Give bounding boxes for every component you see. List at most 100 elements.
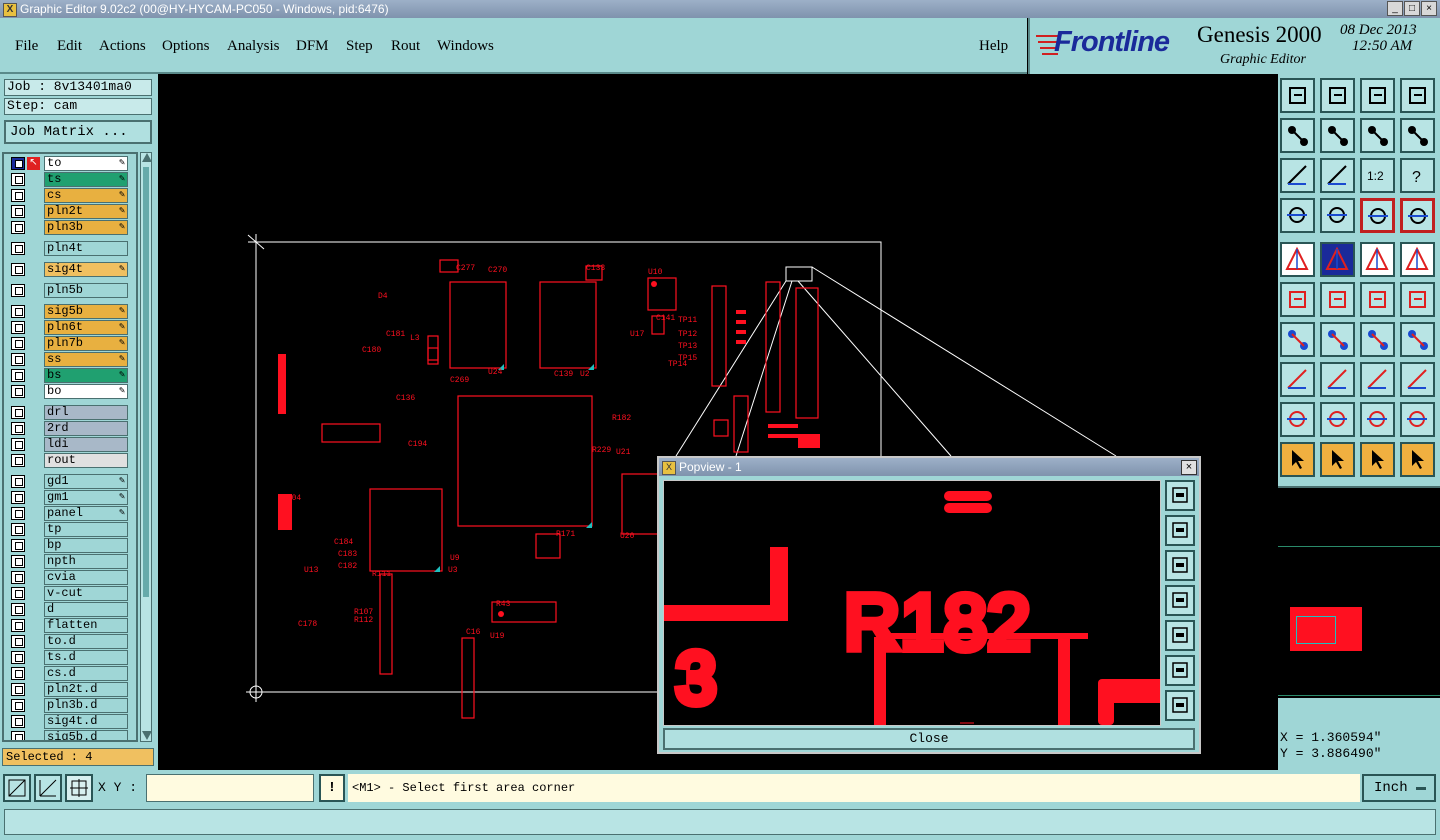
layer-checkbox[interactable] — [11, 603, 25, 616]
layer-name[interactable]: ts.d — [44, 650, 128, 665]
window-title-bar[interactable]: X Graphic Editor 9.02c2 (00@HY-HYCAM-PC0… — [0, 0, 1440, 18]
pad-add-icon[interactable] — [1280, 362, 1315, 397]
units-selector[interactable]: Inch — [1362, 774, 1436, 802]
open-job-icon[interactable] — [1280, 78, 1315, 113]
triangle-outline-icon[interactable] — [1320, 402, 1355, 437]
layer-row-flatten[interactable]: flatten — [10, 618, 128, 633]
layer-checkbox[interactable] — [11, 353, 25, 366]
layer-checkbox[interactable] — [11, 683, 25, 696]
layer-row-pln2t-d[interactable]: pln2t.d — [10, 682, 128, 697]
layer-checkbox[interactable] — [11, 523, 25, 536]
layer-row-2rd[interactable]: 2rd — [10, 421, 128, 436]
layer-checkbox[interactable] — [11, 587, 25, 600]
layer-checkbox[interactable] — [11, 619, 25, 632]
layer-name[interactable]: ldi — [44, 437, 128, 452]
layer-checkbox[interactable] — [11, 667, 25, 680]
layer-checkbox[interactable] — [11, 491, 25, 504]
grid-mode-icon[interactable] — [65, 774, 93, 802]
scroll-down-arrow-icon[interactable] — [142, 731, 152, 740]
layer-row-pln6t[interactable]: pln6t ✎ — [10, 320, 128, 335]
layer-name[interactable]: npth — [44, 554, 128, 569]
select-net-icon[interactable] — [1320, 242, 1355, 277]
layer-checkbox[interactable] — [11, 385, 25, 398]
layer-checkbox[interactable] — [11, 454, 25, 467]
layer-name[interactable]: pln5b — [44, 283, 128, 298]
layer-row-d[interactable]: d — [10, 602, 128, 617]
layer-row-pln4t[interactable]: pln4t — [10, 241, 128, 256]
layer-name[interactable]: flatten — [44, 618, 128, 633]
select-box-icon[interactable] — [1320, 442, 1355, 477]
layer-checkbox[interactable] — [11, 555, 25, 568]
pop-center-icon[interactable] — [1165, 690, 1195, 721]
layer-name[interactable]: panel ✎ — [44, 506, 128, 521]
home-icon[interactable] — [1360, 78, 1395, 113]
layer-checkbox[interactable] — [11, 635, 25, 648]
layer-row-pln7b[interactable]: pln7b ✎ — [10, 336, 128, 351]
layer-row-pln5b[interactable]: pln5b — [10, 283, 128, 298]
layer-row-cs[interactable]: cs ✎ — [10, 188, 128, 203]
layer-row-npth[interactable]: npth — [10, 554, 128, 569]
layer-row-v-cut[interactable]: v-cut — [10, 586, 128, 601]
menu-rout[interactable]: Rout — [391, 38, 420, 55]
fit-profile-icon[interactable] — [1280, 158, 1315, 193]
layer-checkbox[interactable] — [11, 715, 25, 728]
menu-analysis[interactable]: Analysis — [227, 38, 280, 55]
layer-checkbox[interactable] — [11, 369, 25, 382]
layer-name[interactable]: cvia — [44, 570, 128, 585]
layer-checkbox[interactable] — [11, 571, 25, 584]
snap-pad-icon[interactable] — [1360, 198, 1395, 233]
layer-checkbox[interactable] — [11, 651, 25, 664]
resize-icon[interactable] — [1360, 362, 1395, 397]
layer-name[interactable]: pln3b.d — [44, 698, 128, 713]
popview-close-button[interactable]: Close — [663, 728, 1195, 750]
layer-row-cvia[interactable]: cvia — [10, 570, 128, 585]
layer-row-sig5b[interactable]: sig5b ✎ — [10, 304, 128, 319]
select-poly-icon[interactable] — [1360, 442, 1395, 477]
menu-actions[interactable]: Actions — [99, 38, 146, 55]
popview-window[interactable]: X Popview - 1 × R182 3 Close — [657, 456, 1201, 754]
layer-checkbox[interactable] — [11, 221, 25, 234]
layer-name[interactable]: bp — [44, 538, 128, 553]
layer-row-pln2t[interactable]: pln2t ✎ — [10, 204, 128, 219]
layer-name[interactable]: ts ✎ — [44, 172, 128, 187]
layer-name[interactable]: sig5b ✎ — [44, 304, 128, 319]
layer-name[interactable]: pln2t ✎ — [44, 204, 128, 219]
zoom-forward-icon[interactable] — [1320, 118, 1355, 153]
layer-row-pln3b-d[interactable]: pln3b.d — [10, 698, 128, 713]
move-feature-icon[interactable] — [1360, 282, 1395, 317]
layer-row-to[interactable]: ↖ to ✎ — [10, 156, 128, 171]
layer-name[interactable]: cs.d — [44, 666, 128, 681]
layer-row-bo[interactable]: bo ✎ — [10, 384, 128, 399]
pop-fit-icon[interactable] — [1165, 655, 1195, 686]
layer-checkbox[interactable] — [11, 305, 25, 318]
maximize-button[interactable]: □ — [1404, 1, 1420, 16]
graphic-canvas[interactable]: C277 C270 C269 U24 C139 U2 C133 U10 U17 C141 TP11 T… — [158, 74, 1278, 770]
layer-row-pln3b[interactable]: pln3b ✎ — [10, 220, 128, 235]
layer-name[interactable]: tp — [44, 522, 128, 537]
menu-help[interactable]: Help — [979, 38, 1008, 55]
layer-name[interactable]: bs ✎ — [44, 368, 128, 383]
layer-checkbox[interactable] — [11, 284, 25, 297]
minimize-button[interactable]: _ — [1387, 1, 1403, 16]
layer-name[interactable]: pln7b ✎ — [44, 336, 128, 351]
layer-row-sig4t[interactable]: sig4t ✎ — [10, 262, 128, 277]
add-pad-icon[interactable] — [1280, 242, 1315, 277]
layer-name[interactable]: to ✎ — [44, 156, 128, 171]
select-net-arrow-icon[interactable] — [1400, 442, 1435, 477]
menu-step[interactable]: Step — [346, 38, 373, 55]
layer-checkbox[interactable] — [11, 507, 25, 520]
layer-list-scrollbar[interactable] — [140, 152, 152, 742]
window-split-icon[interactable] — [1400, 78, 1435, 113]
layer-name[interactable]: d — [44, 602, 128, 617]
pop-save-icon[interactable] — [1165, 550, 1195, 581]
layer-checkbox[interactable] — [11, 438, 25, 451]
layer-checkbox[interactable] — [11, 157, 25, 170]
layer-row-gd1[interactable]: gd1 ✎ — [10, 474, 128, 489]
close-window-button[interactable]: × — [1421, 1, 1437, 16]
help-query-icon[interactable]: ? — [1400, 158, 1435, 193]
layer-checkbox[interactable] — [11, 263, 25, 276]
layer-checkbox[interactable] — [11, 205, 25, 218]
menu-edit[interactable]: Edit — [57, 38, 82, 55]
layer-checkbox[interactable] — [11, 337, 25, 350]
layer-row-sig5b-d[interactable]: sig5b.d — [10, 730, 128, 740]
